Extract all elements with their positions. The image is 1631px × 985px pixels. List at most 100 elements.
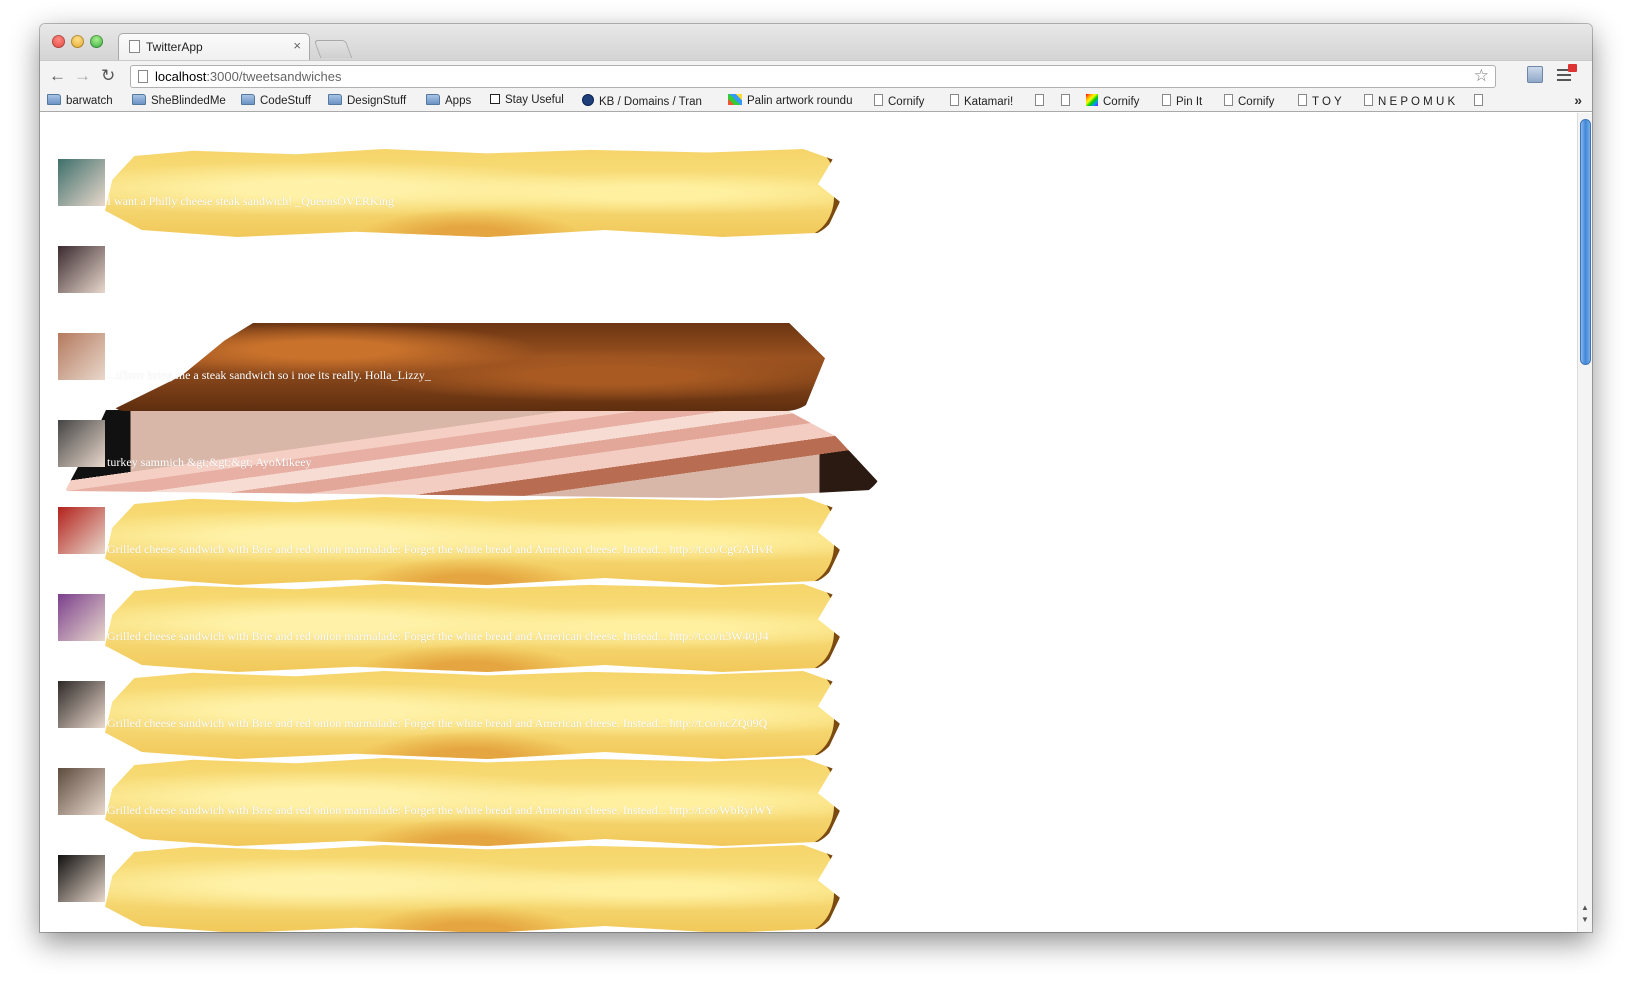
page-icon: [1061, 94, 1070, 106]
bookmark-item[interactable]: [1061, 94, 1075, 108]
page-icon: [1364, 94, 1373, 106]
bookmark-label: DesignStuff: [347, 95, 407, 107]
bookmark-item[interactable]: Cornify: [874, 94, 924, 108]
sandwich-image: [110, 323, 825, 411]
bookmark-item[interactable]: Stay Useful: [490, 94, 564, 106]
bookmark-item[interactable]: barwatch: [47, 94, 113, 107]
page-icon: [1298, 94, 1307, 106]
tab-close-icon[interactable]: ×: [293, 38, 301, 53]
bookmark-item[interactable]: [1035, 94, 1049, 108]
bookmark-label: Palin artwork roundu: [747, 95, 853, 107]
vertical-scrollbar[interactable]: ▲ ▼: [1577, 113, 1592, 932]
tweet-row: Grilled cheese sandwich with Brie and re…: [40, 584, 1440, 672]
bookmark-label: KB / Domains / Tran: [599, 96, 702, 108]
bookmarks-overflow-icon[interactable]: »: [1574, 92, 1582, 108]
avatar: [58, 507, 105, 554]
checkbox-icon: [490, 94, 500, 104]
bookmark-item[interactable]: [1474, 94, 1488, 108]
avatar: [58, 333, 105, 380]
menu-icon[interactable]: [1557, 64, 1577, 83]
bookmark-label: Katamari!: [964, 96, 1014, 108]
bookmarks-bar: » barwatch SheBlindedMe CodeStuff DesignStu…: [40, 90, 1592, 112]
tweet-row: Grilled cheese sandwich with Brie and re…: [40, 671, 1440, 759]
close-window-button[interactable]: [52, 35, 65, 48]
moon-icon: [582, 94, 594, 106]
reload-icon[interactable]: ↻: [101, 66, 115, 86]
sandwich-image: [105, 584, 840, 672]
bookmark-item[interactable]: N E P O M U K: [1364, 94, 1455, 108]
sandwich-image: [105, 758, 840, 846]
bookmark-item[interactable]: Pin It: [1162, 94, 1202, 108]
page-icon: [129, 40, 140, 53]
bookmark-item[interactable]: CodeStuff: [241, 94, 311, 107]
tab-twitterapp[interactable]: TwitterApp ×: [118, 33, 310, 60]
tab-title: TwitterApp: [146, 40, 203, 54]
page-content: Grilled cheese sandwich with Brie and re…: [40, 113, 1592, 932]
scrollbar-thumb[interactable]: [1580, 119, 1591, 365]
bookmark-item[interactable]: Palin artwork roundu: [728, 94, 852, 107]
update-badge-icon: [1568, 64, 1577, 72]
back-icon[interactable]: ←: [49, 66, 66, 86]
bookmark-item[interactable]: SheBlindedMe: [132, 94, 226, 107]
scroll-up-icon[interactable]: ▲: [1581, 903, 1589, 912]
sandwich-image: [105, 497, 840, 585]
bookmark-item[interactable]: KB / Domains / Tran: [582, 94, 702, 108]
tweet-text: Grilled cheese sandwich with Brie and re…: [107, 542, 774, 556]
new-tab-button[interactable]: [313, 40, 353, 58]
zoom-window-button[interactable]: [90, 35, 103, 48]
title-bar: TwitterApp ×: [40, 24, 1592, 60]
avatar: [58, 420, 105, 467]
tweet-text: Grilled cheese sandwich with Brie and re…: [107, 716, 768, 730]
avatar: [58, 246, 105, 293]
sandwich-image: [105, 845, 840, 932]
folder-icon: [426, 94, 440, 105]
bookmark-star-icon[interactable]: ☆: [1474, 66, 1489, 86]
bookmark-item[interactable]: Cornify: [1224, 94, 1274, 108]
forward-icon[interactable]: →: [74, 66, 91, 86]
bookmark-item[interactable]: T O Y: [1298, 94, 1342, 108]
address-bar[interactable]: localhost:3000/tweetsandwiches ☆: [130, 65, 1496, 88]
extension-book-icon[interactable]: [1527, 66, 1543, 83]
bookmark-label: Cornify: [1238, 96, 1275, 108]
page-icon: [1035, 94, 1044, 106]
tweet-row: Grilled cheese sandwich with Brie and re…: [40, 758, 1440, 846]
page-icon: [1162, 94, 1171, 106]
browser-window: TwitterApp × ← → ↻ localhost:3000/tweets…: [40, 24, 1592, 932]
tweet-text: turkey sammich &gt;&gt;&gt; AyoMikeey: [107, 455, 312, 469]
page-icon: [950, 94, 959, 106]
url-text[interactable]: localhost:3000/tweetsandwiches: [155, 69, 341, 84]
tweet-row: I want a Philly cheese steak sandwich! _…: [40, 149, 1440, 237]
bookmark-item[interactable]: Katamari!: [950, 94, 1013, 108]
avatar: [58, 594, 105, 641]
bookmark-label: Pin It: [1176, 96, 1203, 108]
bookmark-item[interactable]: Apps: [426, 94, 471, 107]
tweet-text: ...ifferrr bring me a steak sandwich so …: [107, 368, 431, 382]
page-icon: [874, 94, 883, 106]
avatar: [58, 768, 105, 815]
tweet-row: [40, 236, 1440, 324]
page-icon: [1474, 94, 1483, 106]
folder-icon: [47, 94, 61, 105]
bookmark-label: barwatch: [66, 95, 113, 107]
scroll-down-icon[interactable]: ▼: [1581, 915, 1589, 924]
bookmark-label: N E P O M U K: [1378, 96, 1456, 108]
bookmark-label: T O Y: [1312, 96, 1342, 108]
tweet-text: Grilled cheese sandwich with Brie and re…: [107, 629, 769, 643]
folder-icon: [241, 94, 255, 105]
tweet-text: Grilled cheese sandwich with Brie and re…: [107, 803, 775, 817]
avatar: [58, 855, 105, 902]
tweet-row: turkey sammich &gt;&gt;&gt; AyoMikeey: [40, 410, 1440, 498]
bookmark-item[interactable]: Cornify: [1086, 94, 1139, 108]
page-icon: [138, 70, 148, 83]
sandwich-image: [65, 410, 885, 498]
rainbow-icon: [1086, 94, 1098, 106]
bookmark-label: SheBlindedMe: [151, 95, 226, 107]
avatar: [58, 159, 105, 206]
page-icon: [1224, 94, 1233, 106]
tweet-row: ...ifferrr bring me a steak sandwich so …: [40, 323, 1440, 411]
bookmark-label: Stay Useful: [505, 94, 564, 106]
sandwich-image: [105, 149, 840, 237]
bookmark-item[interactable]: DesignStuff: [328, 94, 406, 107]
minimize-window-button[interactable]: [71, 35, 84, 48]
folder-icon: [328, 94, 342, 105]
